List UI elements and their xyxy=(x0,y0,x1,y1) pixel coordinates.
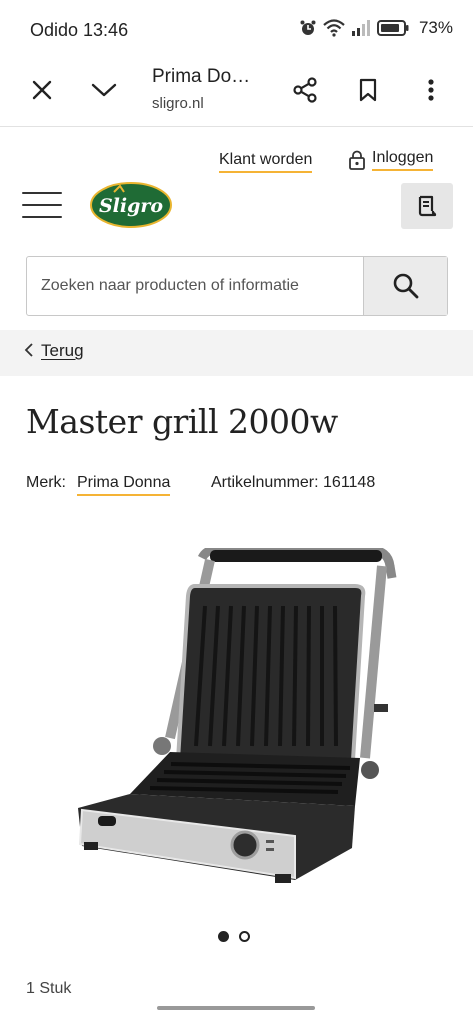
expand-button[interactable] xyxy=(84,70,124,110)
brand-label: Merk: xyxy=(26,474,66,491)
brand-link[interactable]: Prima Donna xyxy=(77,474,171,496)
alarm-icon xyxy=(300,20,316,35)
wifi-icon xyxy=(323,19,345,37)
sligro-logo[interactable]: Sligro xyxy=(90,182,172,233)
product-image[interactable] xyxy=(70,545,400,893)
home-indicator[interactable] xyxy=(157,1006,315,1010)
back-link[interactable]: Terug xyxy=(41,341,84,361)
share-icon xyxy=(293,77,317,103)
shopping-list-button[interactable] xyxy=(401,183,453,229)
carousel-dot-1[interactable] xyxy=(218,931,229,942)
search-button[interactable] xyxy=(363,257,447,315)
menu-line xyxy=(22,204,62,206)
page-title[interactable]: Prima Do… xyxy=(152,66,250,88)
page-url[interactable]: sligro.nl xyxy=(152,95,204,112)
signal-icon xyxy=(351,20,370,36)
battery-percentage: 73% xyxy=(418,18,453,37)
menu-line xyxy=(22,192,62,194)
more-vert-icon xyxy=(428,79,434,101)
lock-icon xyxy=(349,150,365,170)
chevron-down-icon xyxy=(91,83,117,97)
list-icon xyxy=(418,195,437,217)
login-link[interactable]: Inloggen xyxy=(348,149,434,171)
close-icon xyxy=(32,80,52,100)
close-tab-button[interactable] xyxy=(22,70,62,110)
carrier-time: Odido 13:46 xyxy=(30,20,129,40)
search-icon xyxy=(393,273,418,299)
status-icons: 73% xyxy=(299,18,453,38)
image-carousel-dots xyxy=(218,931,250,942)
register-link[interactable]: Klant worden xyxy=(219,151,313,173)
bookmark-icon xyxy=(359,78,377,102)
carousel-dot-2[interactable] xyxy=(239,931,250,942)
share-button[interactable] xyxy=(285,70,325,110)
menu-line xyxy=(22,216,62,218)
chevron-left-icon xyxy=(24,343,34,362)
more-options-button[interactable] xyxy=(411,70,451,110)
search-input[interactable] xyxy=(27,257,363,315)
product-title: Master grill 2000w xyxy=(26,402,338,441)
bookmark-button[interactable] xyxy=(348,70,388,110)
battery-icon xyxy=(376,20,409,36)
menu-button[interactable] xyxy=(22,192,62,222)
browser-toolbar: Prima Do… sligro.nl xyxy=(0,58,473,127)
unit-label: 1 Stuk xyxy=(26,980,72,997)
login-label: Inloggen xyxy=(372,149,434,171)
status-bar: Odido 13:46 73% xyxy=(0,0,473,58)
search-bar xyxy=(26,256,448,316)
logo-text: Sligro xyxy=(99,195,163,217)
article-number: Artikelnummer: 161148 xyxy=(211,474,376,491)
